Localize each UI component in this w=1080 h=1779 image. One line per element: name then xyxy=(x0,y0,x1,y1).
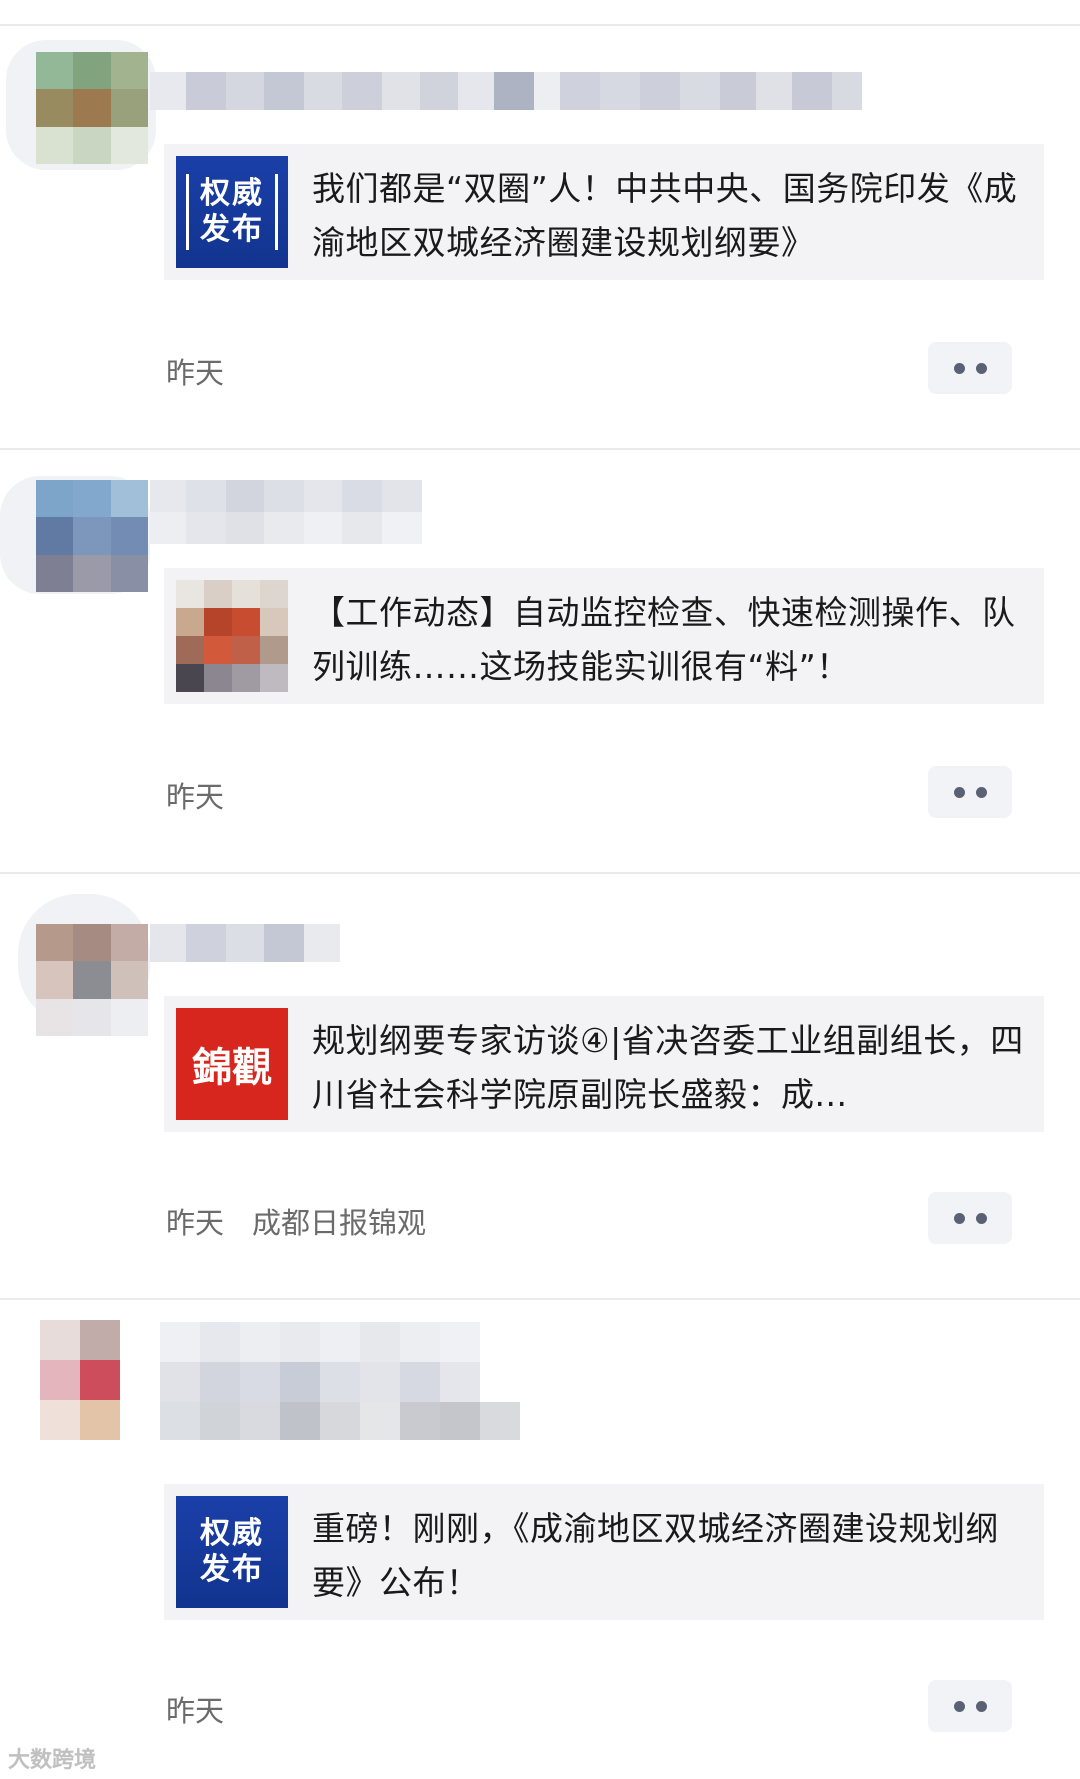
post-meta: 昨天 xyxy=(166,774,224,816)
logo-text: 发布 xyxy=(200,1552,264,1587)
article-title: 【工作动态】自动监控检查、快速检测操作、队列训练……这场技能实训很有“料”！ xyxy=(312,593,1016,686)
article-title: 我们都是“双圈”人！中共中央、国务院印发《成渝地区双城经济圈建设规划纲要》 xyxy=(312,169,1018,262)
nickname[interactable] xyxy=(150,924,340,962)
more-dots-icon[interactable] xyxy=(928,342,1012,394)
jinguan-logo: 錦觀 xyxy=(192,1044,272,1091)
shared-article-card[interactable]: 权威 发布 我们都是“双圈”人！中共中央、国务院印发《成渝地区双城经济圈建设规划… xyxy=(164,144,1044,280)
nickname[interactable] xyxy=(160,1322,520,1440)
more-dots-icon[interactable] xyxy=(928,766,1012,818)
article-title: 重磅！刚刚，《成渝地区双城经济圈建设规划纲要》公布！ xyxy=(312,1509,999,1602)
divider xyxy=(0,872,1080,874)
more-dots-icon[interactable] xyxy=(928,1192,1012,1244)
article-thumbnail xyxy=(176,580,288,692)
post-time: 昨天 xyxy=(166,1694,225,1728)
avatar[interactable] xyxy=(36,52,148,164)
authority-release-logo: 权威 发布 xyxy=(186,174,278,250)
shared-article-card[interactable]: 【工作动态】自动监控检查、快速检测操作、队列训练……这场技能实训很有“料”！ xyxy=(164,568,1044,704)
article-thumbnail: 錦觀 xyxy=(176,1008,288,1120)
divider xyxy=(0,1298,1080,1300)
post-meta: 昨天 xyxy=(166,350,224,392)
logo-text: 发布 xyxy=(200,212,264,247)
article-thumbnail: 权威 发布 xyxy=(176,1496,288,1608)
post-meta: 昨天 xyxy=(166,1688,224,1730)
post-meta: 昨天 成都日报锦观 xyxy=(166,1200,426,1242)
avatar[interactable] xyxy=(40,1320,120,1440)
divider xyxy=(0,448,1080,450)
article-title: 规划纲要专家访谈④|省决咨委工业组副组长，四川省社会科学院原副院长盛毅：成... xyxy=(312,1021,1024,1114)
more-dots-icon[interactable] xyxy=(928,1680,1012,1732)
watermark: 大数跨境 xyxy=(8,1748,97,1773)
post-time: 昨天 xyxy=(166,780,225,814)
moments-feed: 权威 发布 我们都是“双圈”人！中共中央、国务院印发《成渝地区双城经济圈建设规划… xyxy=(0,0,1080,1779)
article-thumbnail: 权威 发布 xyxy=(176,156,288,268)
avatar[interactable] xyxy=(36,924,148,1036)
logo-text: 权威 xyxy=(200,1516,264,1551)
post-source[interactable]: 成都日报锦观 xyxy=(252,1200,426,1242)
authority-release-logo: 权威 发布 xyxy=(189,1514,275,1590)
shared-article-card[interactable]: 錦觀 规划纲要专家访谈④|省决咨委工业组副组长，四川省社会科学院原副院长盛毅：成… xyxy=(164,996,1044,1132)
post-time: 昨天 xyxy=(166,356,225,390)
divider xyxy=(0,24,1080,26)
avatar[interactable] xyxy=(36,480,148,592)
nickname[interactable] xyxy=(150,480,422,544)
post-time: 昨天 xyxy=(166,1206,225,1240)
logo-text: 权威 xyxy=(200,176,264,211)
nickname[interactable] xyxy=(150,72,862,110)
shared-article-card[interactable]: 权威 发布 重磅！刚刚，《成渝地区双城经济圈建设规划纲要》公布！ xyxy=(164,1484,1044,1620)
